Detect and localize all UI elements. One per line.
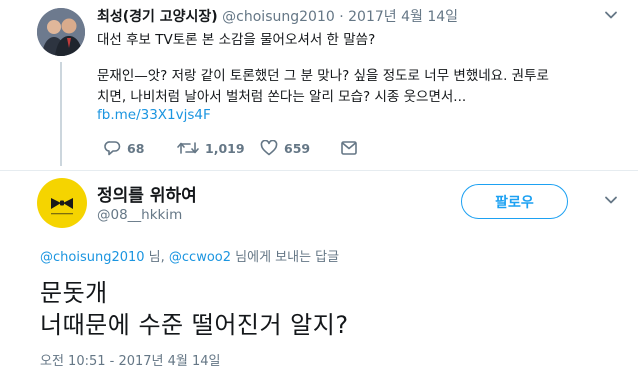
tweet-timestamp[interactable]: 오전 10:51 - 2017년 4월 14일 (40, 350, 221, 369)
message-icon (341, 141, 357, 155)
tweet-text-line: 문재인—앗? 저랑 같이 토론했던 그 분 맞나? 싶을 정도로 너무 변했네요… (97, 68, 549, 84)
avatar[interactable] (37, 178, 87, 228)
follow-button[interactable]: 팔로우 (461, 184, 568, 219)
retweet-count: 1,019 (205, 140, 245, 156)
tweet-date[interactable]: 2017년 4월 14일 (348, 9, 458, 25)
heart-icon (260, 140, 278, 156)
tweet-text-line: 치면, 나비처럼 날아서 벌처럼 쏜다는 알리 모습? 시종 웃으면서... (97, 89, 467, 105)
chevron-down-icon[interactable] (604, 8, 618, 22)
reply-text: 님, (144, 250, 169, 265)
divider (0, 170, 638, 171)
parent-tweet[interactable]: 최성(경기 고양시장) @choisung2010 · 2017년 4월 14일… (0, 0, 638, 170)
tweet-text-line: 문돗개 (40, 279, 108, 307)
like-button[interactable]: 659 (260, 140, 310, 156)
author-name[interactable]: 정의를 위하여 (97, 181, 197, 206)
like-count: 659 (284, 140, 311, 156)
reply-button[interactable]: 68 (103, 140, 144, 156)
thread-line (60, 62, 62, 166)
dm-button[interactable] (340, 140, 358, 156)
reply-icon (104, 141, 121, 156)
reply-text: 님에게 보내는 답글 (231, 250, 340, 265)
retweet-button[interactable]: 1,019 (177, 140, 245, 156)
tweet-actions: 68 1,019 659 (97, 140, 517, 162)
mention-link[interactable]: @choisung2010 (40, 250, 145, 265)
tweet-text-line: 대선 후보 TV토론 본 소감을 물어오셔서 한 말씀? (97, 32, 376, 48)
author-name[interactable]: 최성(경기 고양시장) (97, 9, 218, 25)
author-handle[interactable]: @choisung2010 (222, 9, 335, 25)
parent-tweet-header: 최성(경기 고양시장) @choisung2010 · 2017년 4월 14일 (97, 6, 458, 26)
avatar[interactable] (37, 8, 85, 56)
separator: · (339, 9, 344, 25)
reply-count: 68 (127, 140, 145, 156)
author-handle[interactable]: @08__hkkim (97, 207, 182, 223)
tweet-text-line: 너때문에 수준 떨어진거 알지? (40, 311, 349, 339)
mention-link[interactable]: @ccwoo2 (169, 250, 231, 265)
bow-tie-logo (51, 198, 73, 215)
reply-context: @choisung2010 님, @ccwoo2 님에게 보내는 답글 (40, 246, 339, 265)
tweet-link[interactable]: fb.me/33X1vjs4F (97, 107, 211, 123)
chevron-down-icon[interactable] (604, 193, 618, 207)
avatar-photo (37, 8, 85, 56)
retweet-icon (177, 142, 199, 154)
